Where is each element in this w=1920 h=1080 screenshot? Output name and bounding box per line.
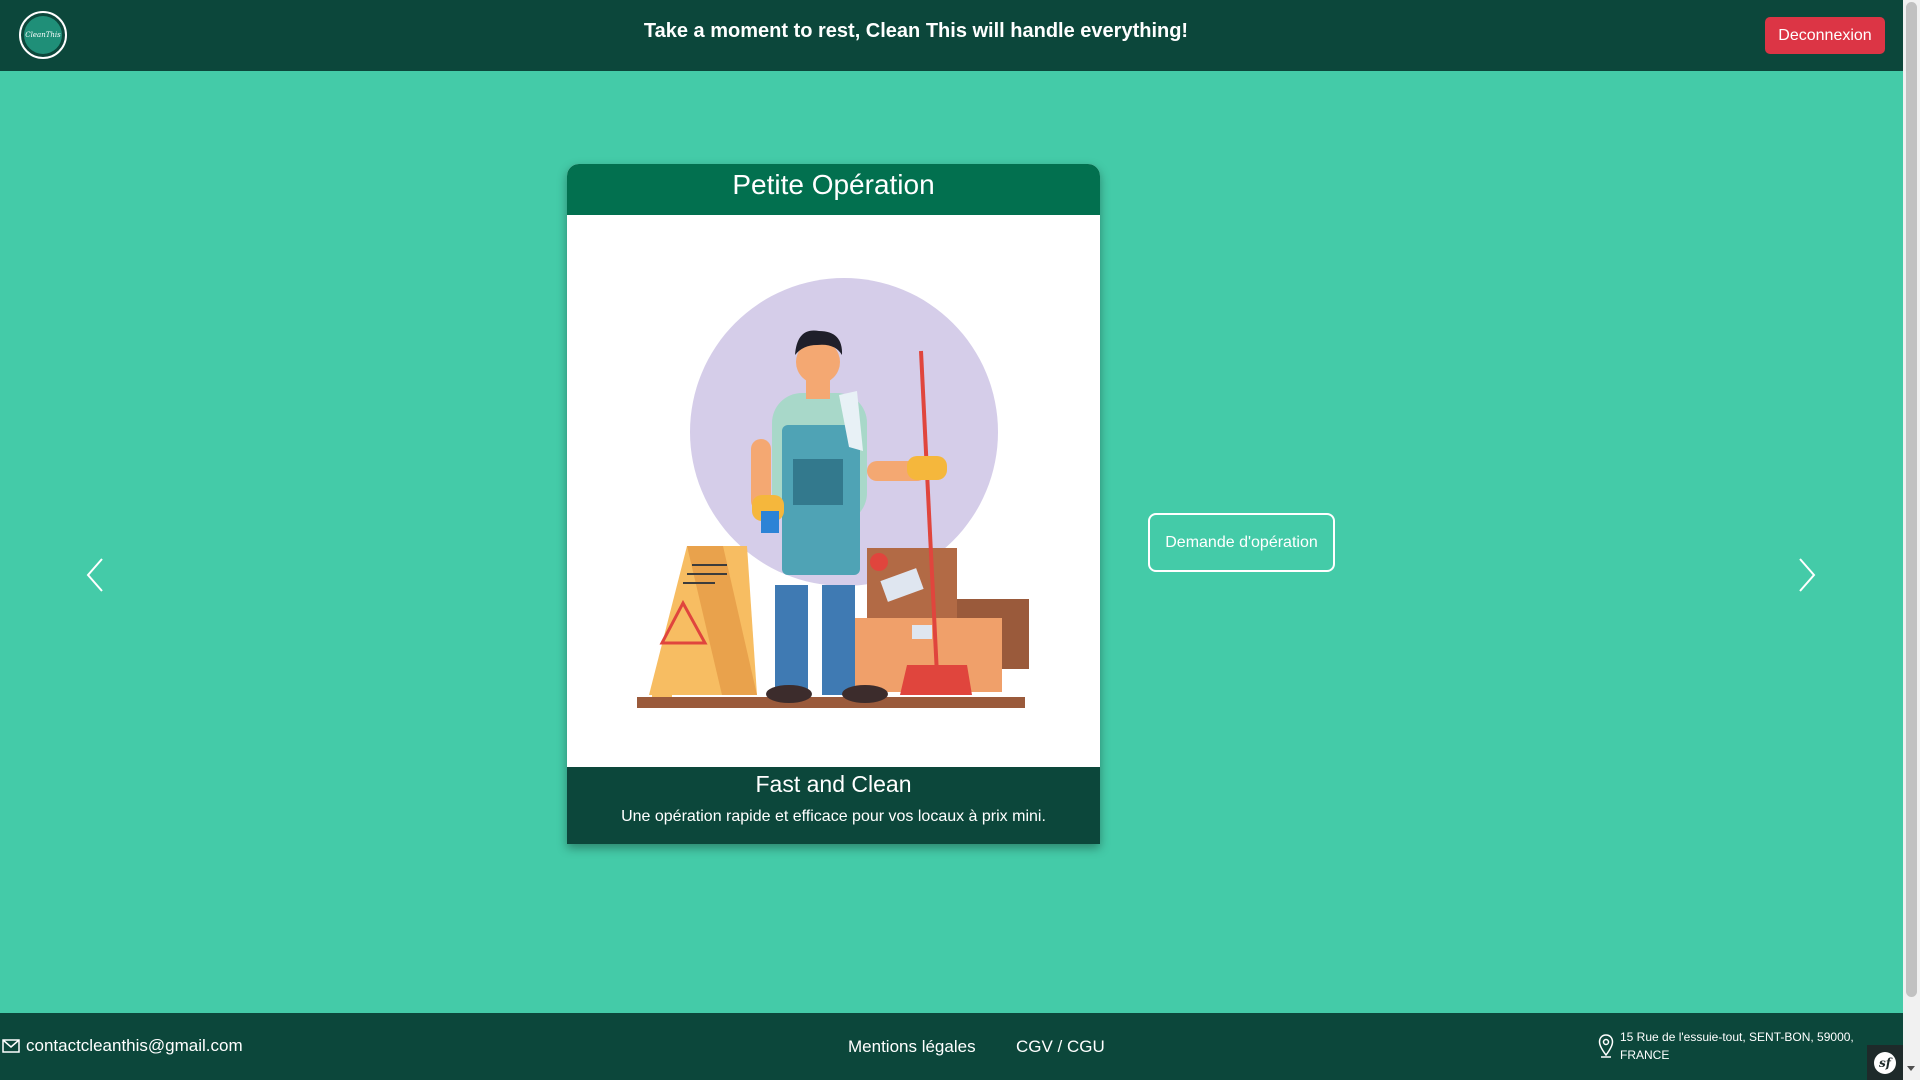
symfony-icon: sf <box>1874 1051 1896 1074</box>
card-footer: Fast and Clean Une opération rapide et e… <box>567 767 1100 844</box>
header-tagline: Take a moment to rest, Clean This will h… <box>643 20 1189 42</box>
carousel-next-button[interactable] <box>1792 555 1822 595</box>
logout-button[interactable]: Deconnexion <box>1765 17 1885 54</box>
cleaner-illustration <box>567 215 1100 767</box>
location-pin-icon <box>1598 1034 1614 1058</box>
page-footer: contactcleanthis@gmail.com Mentions léga… <box>0 1013 1903 1080</box>
symfony-debug-toolbar-toggle[interactable]: sf <box>1867 1045 1903 1080</box>
chevron-right-icon <box>1799 558 1816 592</box>
footer-address: 15 Rue de l'essuie-tout, SENT-BON, 59000… <box>1598 1028 1858 1064</box>
carousel-prev-button[interactable] <box>80 555 110 595</box>
card-subtitle: Fast and Clean <box>755 771 912 797</box>
chevron-left-icon <box>86 558 103 592</box>
legal-notice-link[interactable]: Mentions légales <box>848 1037 976 1057</box>
operation-request-button[interactable]: Demande d'opération <box>1148 513 1335 572</box>
scroll-down-arrow-icon[interactable] <box>1907 1066 1915 1071</box>
footer-email-text[interactable]: contactcleanthis@gmail.com <box>26 1036 243 1056</box>
card-description: Une opération rapide et efficace pour vo… <box>621 808 1046 825</box>
terms-link[interactable]: CGV / CGU <box>1016 1037 1105 1057</box>
footer-email[interactable]: contactcleanthis@gmail.com <box>2 1036 243 1056</box>
operation-card[interactable]: Petite Opération Fast and Clean Une opér… <box>567 164 1100 844</box>
scrollbar-thumb[interactable] <box>1906 2 1917 997</box>
top-header: CleanThis Take a moment to rest, Clean T… <box>0 0 1903 71</box>
card-title: Petite Opération <box>567 164 1100 215</box>
cleaner-illustration-graphic <box>637 278 1029 708</box>
footer-address-text: 15 Rue de l'essuie-tout, SENT-BON, 59000… <box>1620 1030 1854 1062</box>
envelope-icon <box>2 1039 20 1053</box>
